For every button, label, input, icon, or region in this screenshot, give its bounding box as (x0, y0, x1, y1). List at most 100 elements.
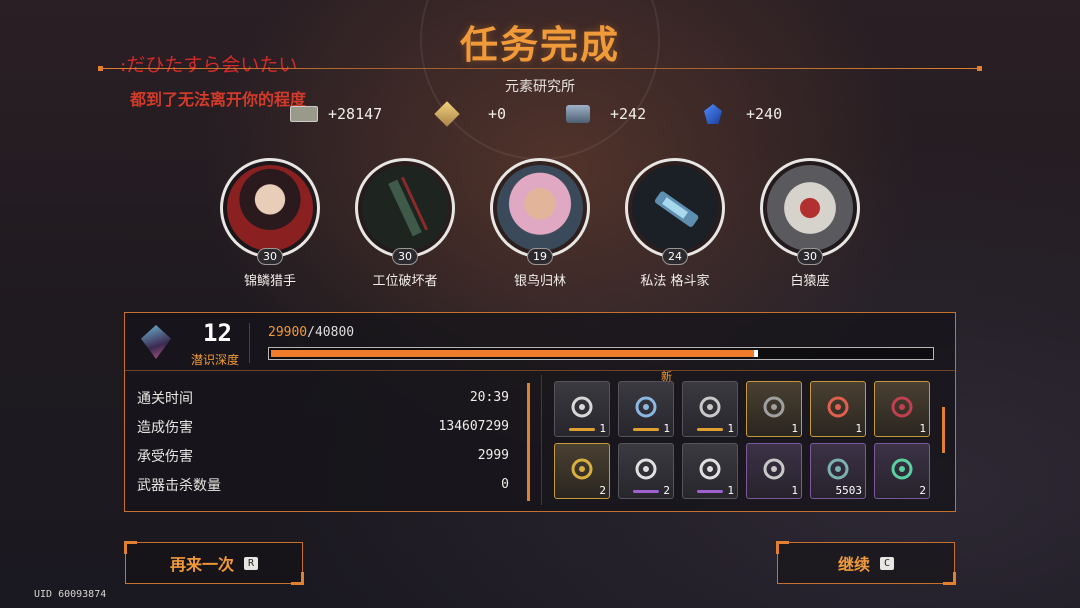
loot-quantity: 5503 (835, 484, 863, 497)
continue-label: 继续 (837, 555, 870, 574)
retry-label: 再来一次 (169, 555, 234, 574)
character-name: 银鸟归林 (513, 274, 566, 289)
character-level: 24 (662, 248, 688, 265)
gold-cube-icon (434, 101, 460, 127)
sniper-scope-icon (629, 452, 663, 486)
loot-quantity: 1 (855, 422, 862, 435)
panel-divider (541, 375, 542, 505)
reward-value: +240 (746, 105, 783, 123)
rarity-bar (569, 428, 595, 431)
cash-icon (290, 106, 318, 122)
battery-icon (565, 452, 599, 486)
xp-progress-fill (271, 350, 758, 357)
team-roster: 30 锦鳞猎手 30 工位破坏者 19 银鸟归林 24 私法 格斗家 30 白猿… (0, 158, 1080, 289)
lyric-overlay-line2: 都到了无法离开你的程度 (130, 90, 307, 109)
character-card[interactable]: 19 银鸟归林 (485, 158, 595, 289)
loot-quantity: 1 (663, 422, 670, 435)
reward-cash: +28147 (290, 100, 382, 128)
xp-readout: 29900/40800 (268, 325, 354, 340)
continue-button[interactable]: 继续 C (776, 541, 956, 585)
loot-item[interactable]: 1 (874, 381, 930, 437)
character-card[interactable]: 30 工位破坏者 (350, 158, 460, 289)
depth-progress-header: 12 潜识深度 29900/40800 (125, 313, 955, 371)
loot-item[interactable]: 1 (682, 443, 738, 499)
character-name: 工位破坏者 (372, 274, 438, 289)
loot-item[interactable]: 1 (746, 381, 802, 437)
stat-label: 承受伤害 (137, 448, 193, 465)
stat-row: 造成伤害 134607299 (137, 412, 509, 441)
ring-emblem-icon (693, 390, 727, 424)
loot-quantity: 2 (663, 484, 670, 497)
stats-scrollbar[interactable] (527, 383, 530, 501)
depth-crystal-icon (141, 325, 171, 359)
results-panel: 12 潜识深度 29900/40800 通关时间 20:39 造成伤害 134607… (124, 312, 956, 512)
blue-crystal-icon (704, 104, 722, 124)
character-portrait-ring: 24 (625, 158, 725, 265)
canister-icon (885, 452, 919, 486)
stat-row: 通关时间 20:39 (137, 383, 509, 412)
loot-item[interactable]: 新1 (618, 370, 674, 437)
character-name: 锦鳞猎手 (243, 274, 296, 289)
loot-item[interactable]: 5503 (810, 443, 866, 499)
rarity-bar (633, 490, 659, 493)
depth-label: 潜识深度 (191, 353, 240, 367)
character-level: 30 (797, 248, 823, 265)
character-name: 私法 格斗家 (640, 274, 710, 289)
loot-item[interactable]: 1 (746, 443, 802, 499)
loot-scrollbar[interactable] (942, 407, 945, 453)
xp-current: 29900 (268, 325, 308, 340)
header-divider (249, 323, 250, 363)
loot-item[interactable]: 1 (810, 381, 866, 437)
stat-row: 承受伤害 2999 (137, 441, 509, 470)
character-card[interactable]: 30 白猿座 (755, 158, 865, 289)
stat-label: 造成伤害 (137, 419, 193, 436)
stat-value: 0 (501, 477, 509, 492)
stats-list: 通关时间 20:39 造成伤害 134607299 承受伤害 2999 武器击杀数量 0 (137, 383, 509, 499)
loot-item[interactable]: 2 (554, 443, 610, 499)
stat-label: 通关时间 (137, 390, 193, 407)
title-divider (98, 66, 982, 71)
loot-quantity: 1 (599, 422, 606, 435)
rifle-mod-icon (693, 452, 727, 486)
weapon-art (388, 176, 429, 237)
user-id: UID 60093874 (34, 589, 107, 600)
character-portrait-ring: 30 (355, 158, 455, 265)
character-level: 19 (527, 248, 553, 265)
loot-item[interactable]: 2 (874, 443, 930, 499)
lyric-overlay-line1: :だひたすら会いたい (120, 54, 298, 76)
weapon-art (654, 191, 699, 227)
retry-button[interactable]: 再来一次 R (124, 541, 304, 585)
character-card[interactable]: 24 私法 格斗家 (620, 158, 730, 289)
character-portrait (362, 165, 448, 251)
loot-quantity: 1 (727, 484, 734, 497)
character-portrait (767, 165, 853, 251)
character-level: 30 (257, 248, 283, 265)
loot-item[interactable]: 1 (554, 381, 610, 437)
loot-quantity: 1 (727, 422, 734, 435)
core-module-icon (821, 390, 855, 424)
xp-progress-bar (268, 347, 934, 360)
loot-quantity: 2 (599, 484, 606, 497)
character-portrait (497, 165, 583, 251)
loot-quantity: 1 (791, 422, 798, 435)
character-portrait-ring: 30 (220, 158, 320, 265)
continue-hotkey: C (879, 556, 895, 570)
new-badge: 新 (661, 370, 672, 383)
character-card[interactable]: 30 锦鳞猎手 (215, 158, 325, 289)
retry-hotkey: R (243, 556, 259, 570)
character-portrait (632, 165, 718, 251)
anchor-emblem-icon (629, 390, 663, 424)
rarity-bar (697, 428, 723, 431)
stat-value: 134607299 (438, 419, 509, 434)
character-level: 30 (392, 248, 418, 265)
loot-item[interactable]: 2 (618, 443, 674, 499)
rarity-bar (633, 428, 659, 431)
reward-value: +28147 (328, 105, 383, 123)
loot-item[interactable]: 1 (682, 381, 738, 437)
reward-gold: +0 (434, 100, 506, 128)
reward-crystal: +240 (704, 100, 782, 128)
blade-part-icon (757, 390, 791, 424)
stat-label: 武器击杀数量 (137, 477, 221, 494)
xp-total: 40800 (314, 325, 355, 340)
stat-value: 20:39 (469, 390, 509, 405)
